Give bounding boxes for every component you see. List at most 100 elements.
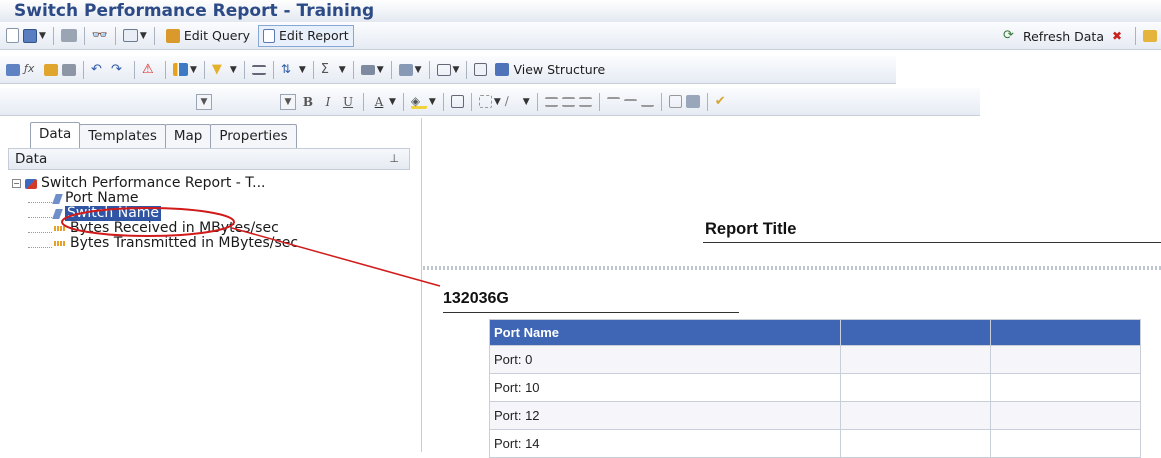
layer-dropdown-icon[interactable]: ▼ (415, 65, 422, 75)
align-icon[interactable] (360, 64, 375, 75)
align-right-icon[interactable] (578, 96, 592, 107)
data-tree: − Switch Performance Report - T... Port … (12, 176, 298, 251)
tab-templates[interactable]: Templates (79, 124, 166, 148)
align-center-icon[interactable] (561, 96, 575, 107)
align-dropdown-icon[interactable]: ▼ (377, 65, 384, 75)
border-icon[interactable] (450, 95, 464, 108)
tab-properties[interactable]: Properties (210, 124, 297, 148)
line-style-icon[interactable]: ∕ (505, 94, 521, 110)
background-icon[interactable] (685, 95, 700, 108)
chart-dropdown-icon[interactable]: ▼ (190, 65, 197, 75)
italic-button[interactable]: I (320, 95, 336, 109)
chart-icon[interactable] (173, 63, 188, 76)
save-dropdown-icon[interactable]: ▼ (39, 31, 46, 41)
table-row: Port: 10 (489, 373, 1141, 402)
filter-icon[interactable]: ▼ (212, 62, 228, 78)
column-header[interactable] (990, 319, 1141, 346)
table-cell[interactable] (990, 429, 1141, 458)
grid-icon[interactable] (478, 95, 492, 108)
section-underline (443, 312, 739, 313)
report-table[interactable]: Port Name Port: 0 Port: 10 Port: 12 Port… (489, 319, 1141, 458)
track-icon[interactable] (1143, 30, 1157, 42)
break-icon[interactable] (251, 64, 266, 75)
tab-map[interactable]: Map (164, 124, 212, 148)
valign-top-icon[interactable] (606, 96, 620, 107)
valign-bottom-icon[interactable] (640, 97, 654, 107)
table-cell[interactable]: Port: 14 (489, 429, 841, 458)
column-header[interactable] (840, 319, 991, 346)
report-canvas[interactable]: Report Title 132036G Port Name Port: 0 P… (423, 118, 1161, 458)
section-group-value[interactable]: 132036G (443, 290, 509, 308)
font-size-select[interactable]: ▼ (280, 93, 296, 110)
table-cell[interactable] (990, 345, 1141, 374)
table-cell[interactable]: Port: 0 (489, 345, 841, 374)
window-title: Switch Performance Report - Training (0, 0, 1161, 22)
sort-dropdown-icon[interactable]: ▼ (299, 65, 306, 75)
format-painter-icon[interactable]: ✔ (715, 94, 731, 110)
bold-button[interactable]: B (300, 95, 316, 109)
edit-report-button[interactable]: Edit Report (258, 24, 354, 47)
font-color-button[interactable]: A (371, 95, 387, 109)
edit-query-button[interactable]: Edit Query (162, 25, 254, 47)
table-cell[interactable] (840, 429, 991, 458)
move-icon[interactable] (62, 63, 76, 76)
fill-color-dropdown-icon[interactable]: ▼ (429, 97, 436, 107)
tab-data[interactable]: Data (30, 122, 81, 148)
cancel-refresh-icon[interactable]: ✖ (1112, 28, 1128, 44)
edit-report-label: Edit Report (279, 28, 349, 43)
tree-item-port-name[interactable]: Port Name (12, 191, 298, 206)
font-family-select[interactable]: ▼ (196, 93, 212, 110)
alert-icon[interactable]: ⚠ (142, 62, 158, 78)
insert-cell-icon[interactable] (44, 63, 58, 76)
table-cell[interactable]: Port: 12 (489, 401, 841, 430)
print-icon[interactable] (60, 29, 77, 42)
table-cell[interactable] (840, 401, 991, 430)
sum-icon[interactable]: Σ (321, 62, 337, 78)
view-dropdown-icon[interactable]: ▼ (140, 31, 147, 41)
view-structure-button[interactable]: View Structure (491, 59, 609, 81)
tree-item-label: Switch Name (65, 205, 162, 221)
tree-item-label: Port Name (65, 190, 139, 206)
view-icon[interactable] (122, 29, 138, 42)
table-header-row: Port Name (489, 319, 1141, 346)
line-style-dropdown-icon[interactable]: ▼ (523, 97, 530, 107)
filter-dropdown-icon[interactable]: ▼ (230, 65, 237, 75)
valign-middle-icon[interactable] (623, 98, 637, 105)
formula-icon[interactable]: ƒx (24, 62, 40, 78)
tree-item-bytes-transmitted[interactable]: Bytes Transmitted in MBytes/sec (12, 236, 298, 251)
sum-dropdown-icon[interactable]: ▼ (339, 65, 346, 75)
insert-table-icon[interactable] (6, 63, 20, 76)
font-color-dropdown-icon[interactable]: ▼ (389, 97, 396, 107)
pin-icon[interactable]: ⊥ (389, 149, 399, 169)
underline-button[interactable]: U (340, 95, 356, 109)
column-header[interactable]: Port Name (489, 319, 841, 346)
layer-icon[interactable] (398, 63, 413, 76)
collapse-icon[interactable]: − (12, 179, 21, 188)
dimension-icon (52, 193, 63, 204)
table-cell[interactable]: Port: 10 (489, 373, 841, 402)
tree-root[interactable]: − Switch Performance Report - T... (12, 176, 298, 191)
align-left-icon[interactable] (544, 96, 558, 107)
section-dropdown-icon[interactable]: ▼ (453, 65, 460, 75)
new-document-icon[interactable] (6, 28, 19, 43)
refresh-icon: ⟳ (1002, 28, 1014, 43)
table-cell[interactable] (840, 345, 991, 374)
report-node-icon (25, 178, 37, 189)
structure-icon[interactable] (474, 63, 488, 76)
refresh-data-button[interactable]: ⟳ Refresh Data (999, 25, 1108, 47)
table-cell[interactable] (990, 373, 1141, 402)
table-cell[interactable] (990, 401, 1141, 430)
fill-color-icon[interactable]: ◈ (410, 94, 427, 109)
wrap-text-icon[interactable] (668, 95, 682, 108)
redo-icon[interactable]: ↷ (111, 62, 127, 78)
tree-item-switch-name[interactable]: Switch Name (12, 206, 298, 221)
report-title[interactable]: Report Title (705, 220, 796, 239)
find-icon[interactable]: 👓 (92, 28, 108, 44)
tree-item-bytes-received[interactable]: Bytes Received in MBytes/sec (12, 221, 298, 236)
undo-icon[interactable]: ↶ (91, 62, 107, 78)
grid-dropdown-icon[interactable]: ▼ (494, 97, 501, 107)
table-cell[interactable] (840, 373, 991, 402)
sort-icon[interactable]: ⇅ (281, 62, 297, 78)
save-icon[interactable] (23, 28, 37, 43)
section-icon[interactable] (436, 63, 451, 76)
